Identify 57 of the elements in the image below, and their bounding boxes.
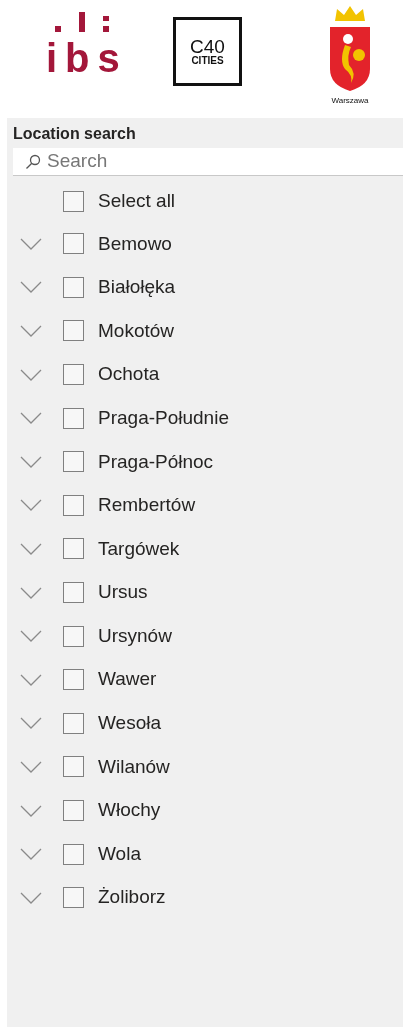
item-label[interactable]: Praga-Południe: [98, 403, 229, 433]
checkbox[interactable]: [63, 451, 84, 473]
search-field[interactable]: Search: [13, 148, 403, 176]
chevron-icon[interactable]: [20, 455, 42, 468]
chevron-icon[interactable]: [20, 586, 42, 599]
chevron-icon[interactable]: [20, 499, 42, 512]
chevron-icon[interactable]: [20, 630, 42, 643]
checkbox[interactable]: [63, 843, 84, 865]
checkbox[interactable]: [63, 625, 84, 647]
logo-text: Warszawa: [331, 95, 369, 107]
logo-text: CITIES: [191, 56, 224, 66]
item-label[interactable]: Białołęka: [98, 273, 176, 302]
chevron-icon[interactable]: [20, 673, 42, 686]
item-label[interactable]: Wesoła: [98, 709, 161, 738]
checkbox[interactable]: [63, 320, 84, 342]
logo-text: ibs: [46, 38, 128, 78]
chevron-icon[interactable]: [20, 412, 42, 425]
item-label[interactable]: Ochota: [98, 360, 160, 389]
item-label[interactable]: Wola: [98, 839, 141, 869]
item-label[interactable]: Praga-Północ: [98, 447, 214, 476]
logo-text: C40: [190, 37, 225, 56]
checkbox[interactable]: [63, 712, 84, 734]
chevron-icon[interactable]: [20, 368, 42, 381]
chevron-icon[interactable]: [20, 848, 42, 861]
chevron-icon[interactable]: [20, 760, 42, 773]
checkbox[interactable]: [63, 800, 84, 821]
checkbox[interactable]: [63, 887, 84, 909]
chevron-icon[interactable]: [20, 891, 42, 904]
item-label[interactable]: Ursus: [98, 578, 148, 607]
checkbox[interactable]: [63, 190, 84, 212]
item-label[interactable]: Targówek: [98, 534, 180, 564]
item-label[interactable]: Ursynów: [98, 621, 172, 651]
item-label[interactable]: Mokotów: [98, 316, 175, 346]
checkbox[interactable]: [63, 407, 84, 429]
chevron-icon[interactable]: [20, 804, 42, 817]
search-icon: [25, 154, 41, 170]
checkbox[interactable]: [63, 538, 84, 560]
item-label[interactable]: Select all: [98, 186, 176, 216]
checkbox[interactable]: [63, 494, 84, 516]
chevron-icon[interactable]: [20, 237, 42, 250]
item-label[interactable]: Włochy: [98, 796, 161, 825]
slicer-title: Location search: [12, 123, 137, 144]
checkbox[interactable]: [63, 276, 84, 298]
checkbox[interactable]: [63, 364, 84, 386]
item-label[interactable]: Rembertów: [98, 491, 196, 520]
item-label[interactable]: Żoliborz: [98, 883, 166, 912]
item-label[interactable]: Wawer: [98, 665, 157, 694]
chevron-icon[interactable]: [20, 281, 42, 294]
checkbox[interactable]: [63, 756, 84, 778]
checkbox[interactable]: [63, 233, 84, 255]
item-label[interactable]: Bemowo: [98, 229, 172, 259]
chevron-icon[interactable]: [20, 325, 42, 337]
checkbox[interactable]: [63, 582, 84, 604]
chevron-icon[interactable]: [20, 717, 42, 730]
item-label[interactable]: Wilanów: [98, 752, 170, 782]
checkbox[interactable]: [63, 669, 84, 691]
chevron-icon[interactable]: [20, 542, 42, 555]
